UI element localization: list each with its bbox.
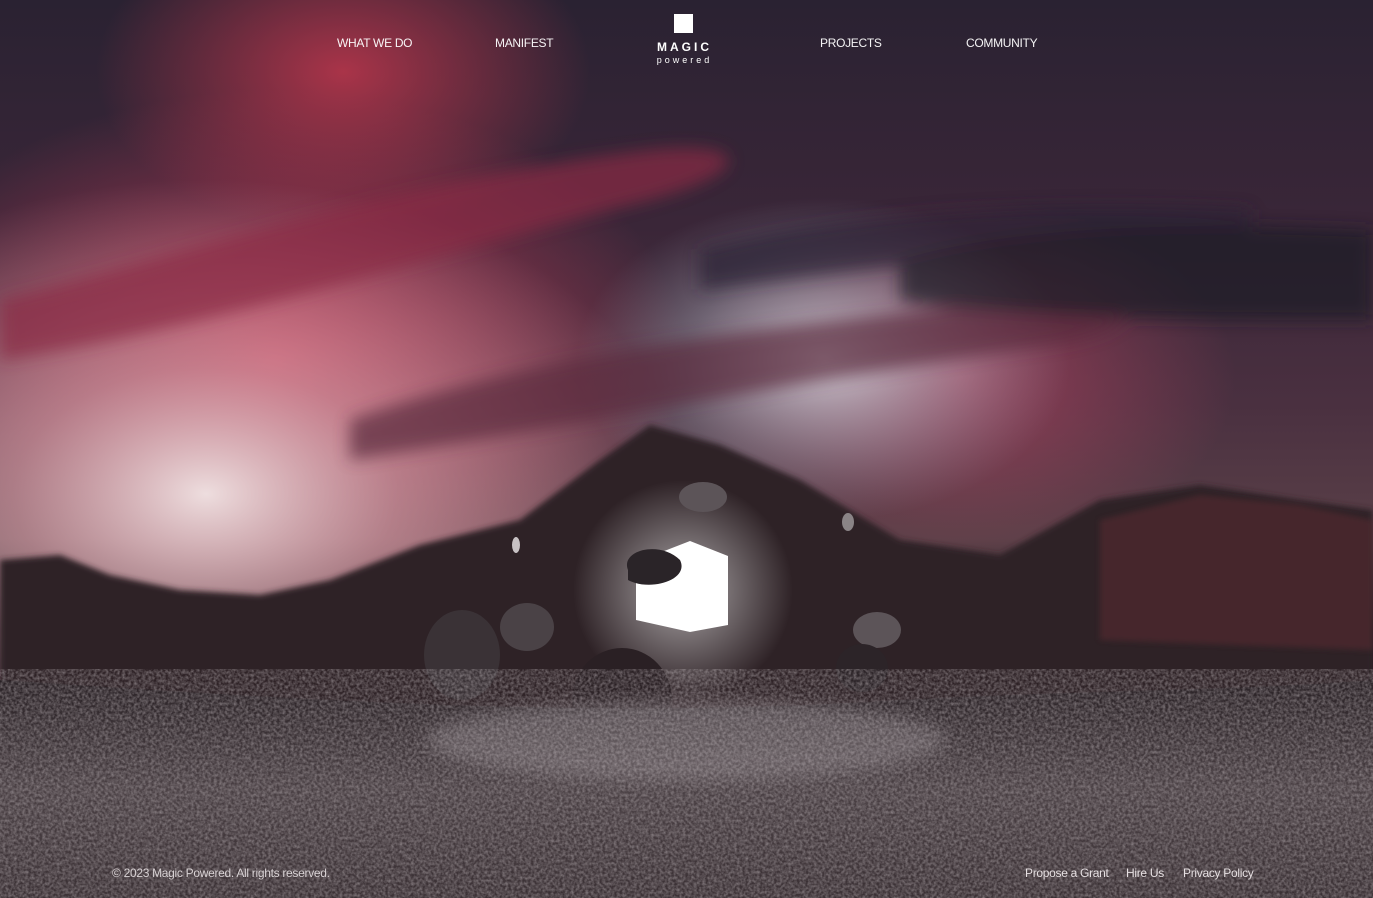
logo-subtext: powered	[656, 55, 713, 65]
footer-copyright: © 2023 Magic Powered. All rights reserve…	[112, 866, 330, 880]
nav-what-we-do[interactable]: WHAT WE DO	[337, 36, 413, 50]
footer-hire-us-link[interactable]: Hire Us	[1126, 866, 1164, 880]
nav-manifest[interactable]: MANIFEST	[495, 36, 554, 50]
hero-background-image	[0, 0, 1373, 898]
logo-square-icon	[673, 14, 693, 33]
magic-powered-logo[interactable]: MAGIC powered	[648, 14, 718, 70]
hero: WHAT WE DO MANIFEST MAGIC powered PROJEC…	[0, 0, 1373, 898]
footer-privacy-policy-link[interactable]: Privacy Policy	[1183, 866, 1254, 880]
logo-wordmark: MAGIC	[657, 40, 712, 54]
footer-propose-grant-link[interactable]: Propose a Grant	[1025, 866, 1109, 880]
nav-projects[interactable]: PROJECTS	[820, 36, 882, 50]
nav-community[interactable]: COMMUNITY	[966, 36, 1038, 50]
